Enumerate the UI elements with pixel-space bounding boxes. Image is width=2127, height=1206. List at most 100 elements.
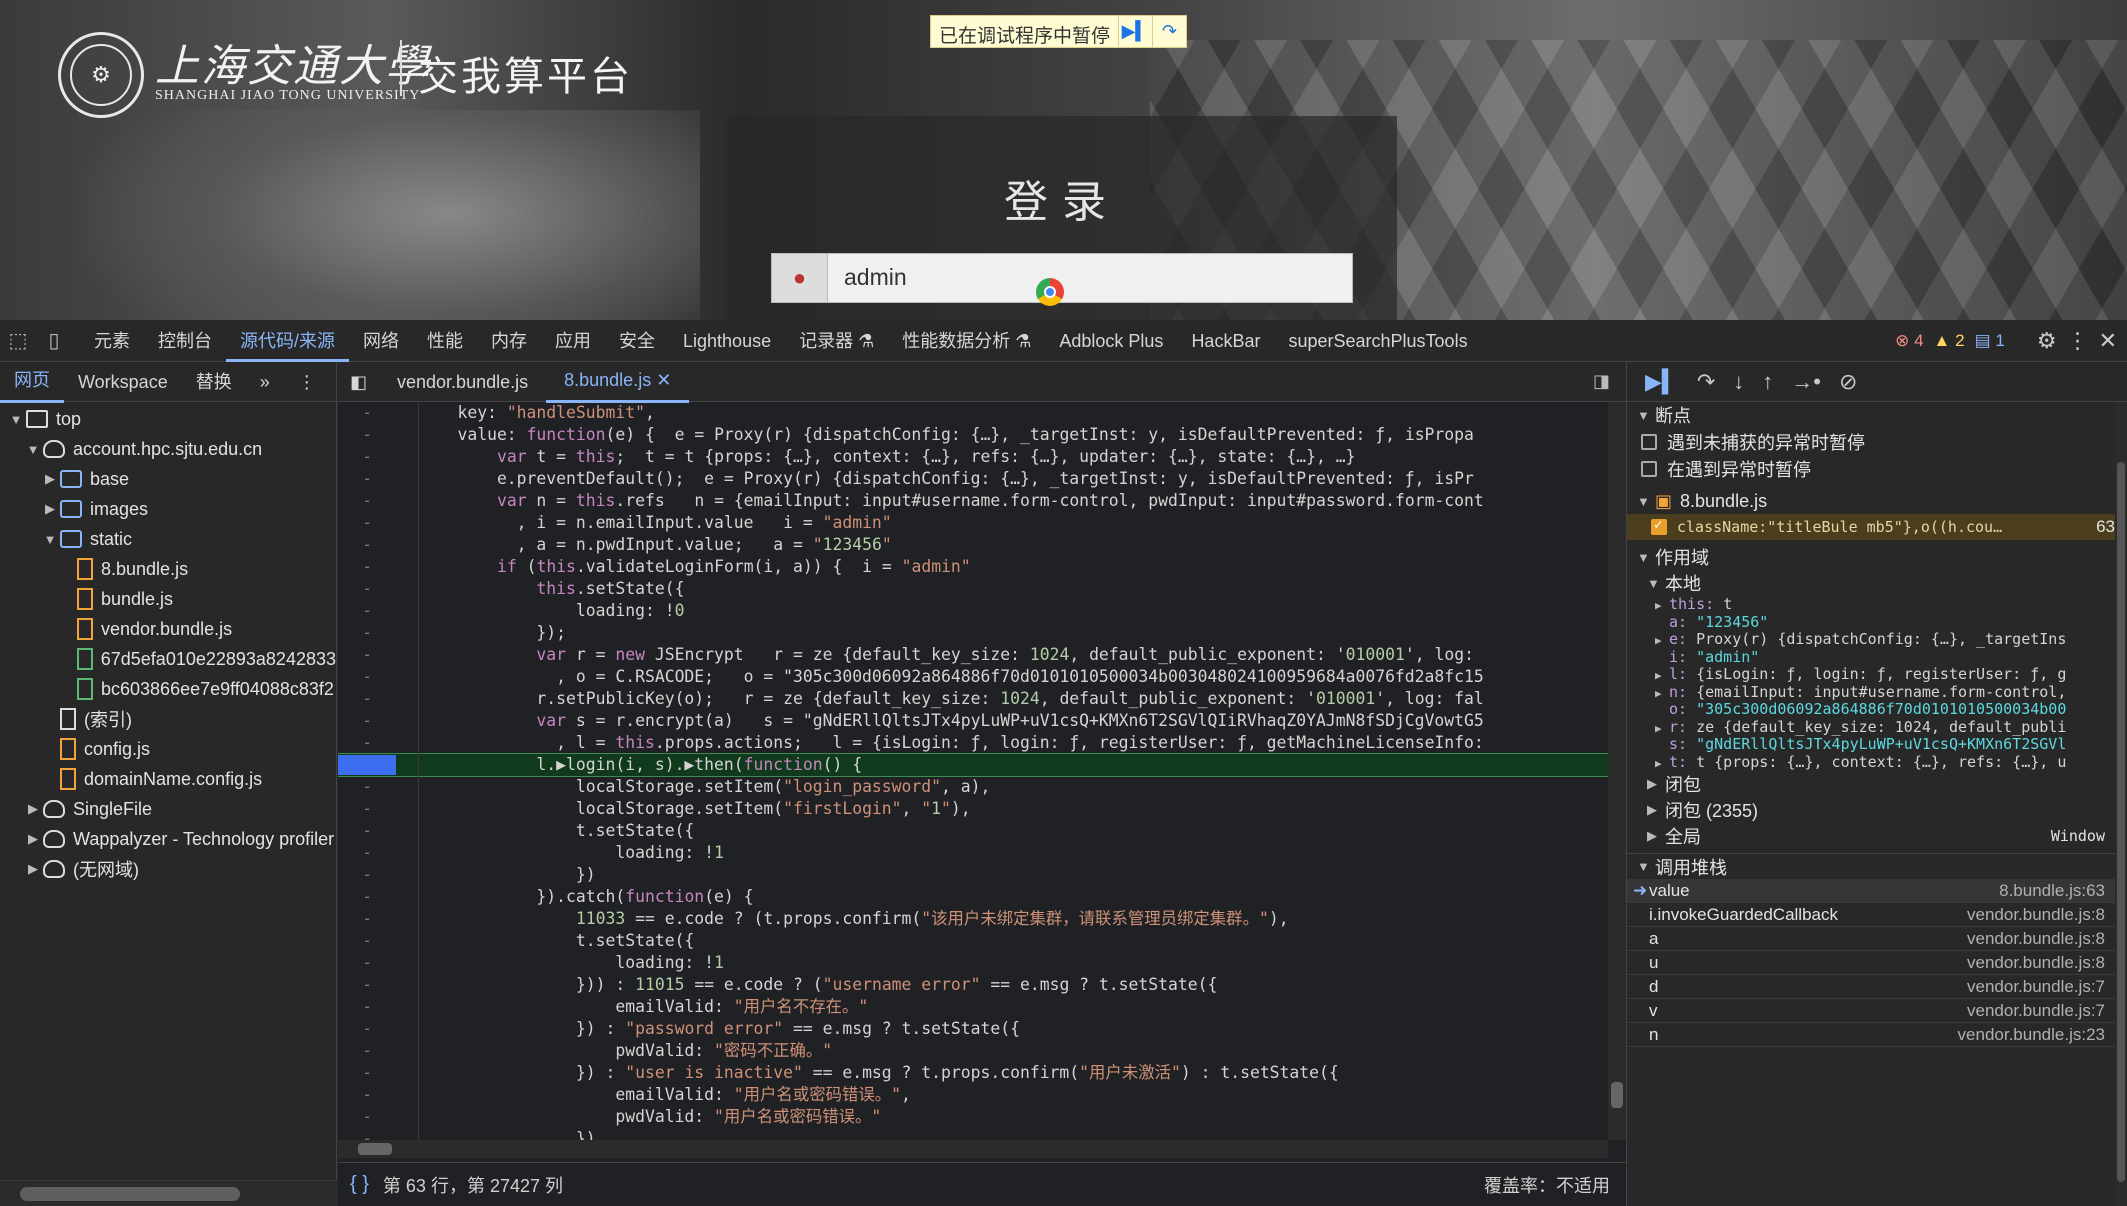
line-gutter[interactable]: - [338, 402, 396, 424]
code-line[interactable]: - })) : 11015 == e.code ? ("username err… [338, 974, 1608, 996]
code-line[interactable]: - t.setState({ [338, 820, 1608, 842]
call-frame[interactable]: d vendor.bundle.js:7 [1627, 975, 2127, 999]
message-count-icon[interactable]: ▤ 1 [1975, 331, 2005, 351]
nav-tab-overrides[interactable]: 替换 [182, 362, 246, 402]
username-value[interactable]: admin [828, 254, 1352, 302]
code-line[interactable]: - var n = this.refs n = {emailInput: inp… [338, 490, 1608, 512]
expand-arrow-icon[interactable]: ▶ [1655, 597, 1669, 615]
step-over-icon[interactable]: ↷ [1152, 16, 1186, 47]
call-frame[interactable]: i.invokeGuardedCallback vendor.bundle.js:… [1627, 903, 2127, 927]
resume-icon[interactable]: ▶▍ [1645, 369, 1679, 395]
line-gutter[interactable]: - [338, 600, 396, 622]
line-gutter[interactable]: - [338, 534, 396, 556]
checkbox[interactable] [1641, 460, 1657, 477]
collapsed-arrow-icon[interactable]: ▶ [42, 501, 58, 517]
settings-gear-icon[interactable]: ⚙ [2037, 328, 2057, 354]
code-line[interactable]: - pwdValid: "用户名或密码错误。" [338, 1106, 1608, 1128]
frame-location[interactable]: vendor.bundle.js:8 [1967, 905, 2105, 925]
devtools-tab[interactable]: 应用 [541, 320, 605, 362]
scope-variable[interactable]: ▶ e: Proxy(r) {dispatchConfig: {…}, _targ… [1627, 630, 2127, 650]
frame-location[interactable]: vendor.bundle.js:8 [1967, 929, 2105, 949]
devtools-tab[interactable]: 记录器 ⚗ [785, 320, 888, 362]
collapsed-arrow-icon[interactable]: ▶ [25, 801, 41, 817]
collapsed-arrow-icon[interactable]: ▶ [42, 471, 58, 487]
line-gutter[interactable]: - [338, 1062, 396, 1084]
tree-item[interactable]: vendor.bundle.js [0, 614, 336, 644]
code-line[interactable]: - , l = this.props.actions; l = {isLogin… [338, 732, 1608, 754]
call-frame[interactable]: u vendor.bundle.js:8 [1627, 951, 2127, 975]
line-gutter[interactable]: - [338, 974, 396, 996]
tree-item[interactable]: 67d5efa010e22893a8242833 [0, 644, 336, 674]
line-gutter[interactable]: - [338, 688, 396, 710]
line-gutter[interactable]: - [338, 1018, 396, 1040]
code-line[interactable]: - 11033 == e.code ? (t.props.confirm("该用… [338, 908, 1608, 930]
frame-location[interactable]: vendor.bundle.js:23 [1958, 1025, 2105, 1045]
tree-item[interactable]: ▼ static [0, 524, 336, 554]
code-line[interactable]: - this.setState({ [338, 578, 1608, 600]
callstack-header[interactable]: ▼ 调用堆栈 [1627, 853, 2127, 879]
scroll-thumb[interactable] [20, 1187, 240, 1201]
devtools-tab[interactable]: Adblock Plus [1045, 320, 1177, 362]
tree-item[interactable]: (索引) [0, 704, 336, 734]
tree-item[interactable]: ▶ images [0, 494, 336, 524]
scope-variable[interactable]: ▶ this: t [1627, 595, 2127, 615]
step-over-icon[interactable]: ↷ [1697, 369, 1715, 395]
tree-item[interactable]: bc603866ee7e9ff04088c83f2 [0, 674, 336, 704]
tree-item[interactable]: 8.bundle.js [0, 554, 336, 584]
editor-vscrollbar[interactable] [1608, 402, 1626, 1140]
scope-variable[interactable]: ▶ l: {isLogin: ƒ, login: ƒ, registerUser:… [1627, 665, 2127, 685]
tree-item[interactable]: ▶ (无网域) [0, 854, 336, 884]
editor-tab-8bundle[interactable]: 8.bundle.js ✕ [546, 360, 690, 403]
code-line[interactable]: - , a = n.pwdInput.value; a = "123456" [338, 534, 1608, 556]
scroll-thumb[interactable] [1611, 1082, 1623, 1108]
code-line[interactable]: - }) [338, 1128, 1608, 1140]
devtools-tab[interactable]: 元素 [80, 320, 144, 362]
expand-arrow-icon[interactable]: ▶ [1655, 685, 1669, 703]
tree-item[interactable]: ▶ Wappalyzer - Technology profiler [0, 824, 336, 854]
scroll-thumb[interactable] [358, 1143, 392, 1155]
line-gutter[interactable]: - [338, 468, 396, 490]
code-line[interactable]: - loading: !1 [338, 842, 1608, 864]
toggle-navigator-icon[interactable]: ◧ [338, 362, 379, 402]
paused-code-line[interactable]: l.▶login(i, s).▶then(function() { [338, 753, 1608, 777]
expanded-arrow-icon[interactable]: ▼ [42, 532, 58, 547]
line-gutter[interactable]: - [338, 424, 396, 446]
expanded-arrow-icon[interactable]: ▼ [8, 412, 24, 427]
breakpoint-file-header[interactable]: ▼ ▣ 8.bundle.js [1627, 488, 2127, 514]
code-view[interactable]: - key: "handleSubmit", - value: function(… [338, 402, 1608, 1140]
devtools-tab[interactable]: 内存 [477, 320, 541, 362]
frame-location[interactable]: vendor.bundle.js:7 [1967, 1001, 2105, 1021]
tree-item[interactable]: ▼ account.hpc.sjtu.edu.cn [0, 434, 336, 464]
expanded-arrow-icon[interactable]: ▼ [25, 442, 41, 457]
line-gutter[interactable]: - [338, 820, 396, 842]
line-gutter[interactable]: - [338, 798, 396, 820]
code-line[interactable]: - emailValid: "用户名或密码错误。", [338, 1084, 1608, 1106]
navigator-hscrollbar[interactable] [0, 1180, 337, 1206]
breakpoint-entry[interactable]: className:"titleBule mb5"},o((h.cou… 63 [1627, 514, 2127, 540]
code-line[interactable]: - loading: !1 [338, 952, 1608, 974]
scope-variable[interactable]: ▶ r: ze {default_key_size: 1024, default_… [1627, 718, 2127, 737]
warning-count-icon[interactable]: ▲ 2 [1934, 331, 1965, 351]
code-line[interactable]: - r.setPublicKey(o); r = ze {default_key… [338, 688, 1608, 710]
debugger-vscrollbar[interactable] [2115, 402, 2127, 1206]
frame-location[interactable]: vendor.bundle.js:8 [1967, 953, 2105, 973]
scope-variable[interactable]: o: "305c300d06092a864886f70d010101050003… [1627, 700, 2127, 719]
frame-location[interactable]: vendor.bundle.js:7 [1967, 977, 2105, 997]
line-gutter[interactable]: - [338, 1106, 396, 1128]
code-line[interactable]: - , i = n.emailInput.value i = "admin" [338, 512, 1608, 534]
line-gutter[interactable]: - [338, 666, 396, 688]
expand-arrow-icon[interactable]: ▶ [1655, 632, 1669, 650]
inspect-element-icon[interactable]: ⬚ [0, 320, 36, 362]
collapsed-arrow-icon[interactable]: ▶ [25, 861, 41, 877]
devtools-tab[interactable]: 控制台 [144, 320, 226, 362]
line-gutter[interactable]: - [338, 930, 396, 952]
more-options-icon[interactable]: ⋮ [2067, 328, 2089, 354]
code-line[interactable]: - if (this.validateLoginForm(i, a)) { i … [338, 556, 1608, 578]
code-line[interactable]: - localStorage.setItem("firstLogin", "1"… [338, 798, 1608, 820]
code-line[interactable]: - pwdValid: "密码不正确。" [338, 1040, 1608, 1062]
code-line[interactable]: - }); [338, 622, 1608, 644]
tree-item[interactable]: ▶ SingleFile [0, 794, 336, 824]
expand-arrow-icon[interactable]: ▶ [1655, 667, 1669, 685]
line-gutter[interactable]: - [338, 710, 396, 732]
step-into-icon[interactable]: ↓ [1733, 369, 1744, 395]
